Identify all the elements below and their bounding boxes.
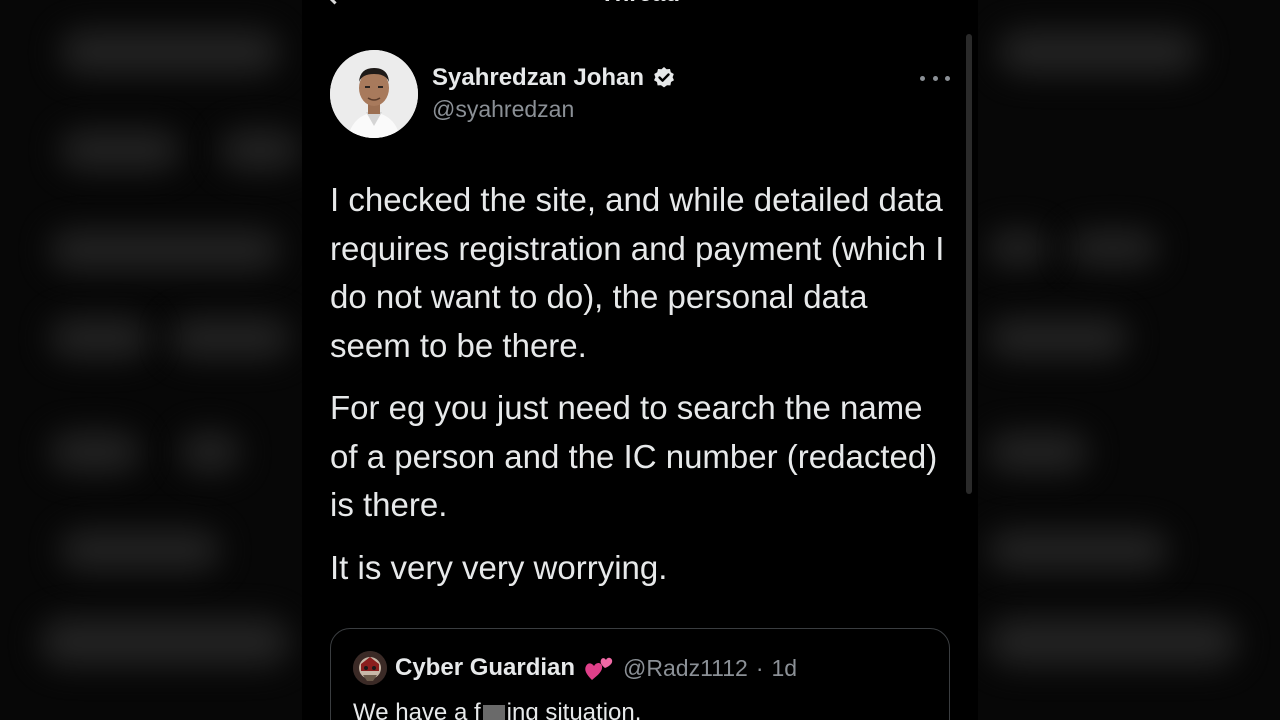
separator-dot: · — [755, 654, 764, 681]
verified-badge-icon — [654, 67, 675, 88]
tweet-paragraph: I checked the site, and while detailed d… — [330, 181, 945, 364]
blurred-background-left — [0, 0, 302, 720]
video-frame: Thread Syahredzan Johan @ — [0, 0, 1280, 720]
quoted-text-start: We have a f — [353, 699, 481, 720]
tweet-paragraph: It is very very worrying. — [330, 548, 668, 586]
quoted-avatar — [353, 651, 387, 685]
tweet-text: I checked the site, and while detailed d… — [330, 176, 950, 606]
author-handle[interactable]: @syahredzan — [432, 96, 574, 123]
blurred-background-right — [978, 0, 1280, 720]
author-row: Syahredzan Johan — [432, 64, 676, 92]
author-name[interactable]: Syahredzan Johan — [432, 64, 644, 92]
two-hearts-emoji-icon — [585, 657, 613, 680]
quoted-author-handle: @Radz1112 — [623, 654, 748, 681]
tweet-paragraph: For eg you just need to search the name … — [330, 389, 938, 523]
avatar[interactable] — [330, 50, 418, 138]
page-title: Thread — [302, 0, 978, 8]
tweet-thread-screen: Thread Syahredzan Johan @ — [302, 0, 978, 720]
quoted-tweet-card[interactable]: Cyber Guardian @Radz1112 · 1d We have a … — [330, 628, 950, 720]
quoted-avatar-icon — [353, 651, 387, 685]
scrollbar[interactable] — [966, 34, 972, 494]
redaction-block — [482, 704, 505, 720]
quoted-author-name: Cyber Guardian — [395, 654, 576, 681]
quoted-timestamp: 1d — [771, 654, 798, 681]
more-horizontal-icon[interactable] — [920, 68, 950, 88]
top-bar: Thread — [302, 0, 978, 10]
profile-photo-icon — [330, 50, 418, 138]
quoted-tweet-header: Cyber Guardian @Radz1112 · 1d — [353, 651, 797, 685]
quoted-tweet-text: We have a f ing situation. — [353, 699, 641, 720]
quoted-text-end: ing situation. — [506, 699, 642, 720]
